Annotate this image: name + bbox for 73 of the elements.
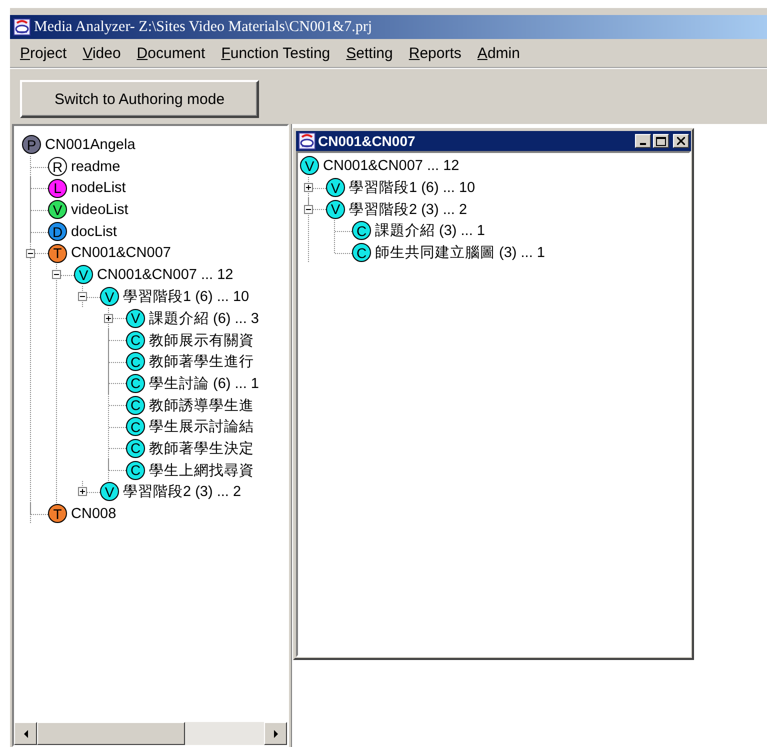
type-badge: V (326, 178, 345, 198)
tree-item[interactable]: CN008 (71, 506, 116, 522)
menu-item[interactable]: Admin (469, 44, 528, 62)
app-icon (13, 18, 31, 36)
switch-mode-button[interactable]: Switch to Authoring mode (20, 80, 259, 118)
close-button[interactable] (673, 134, 689, 148)
tree-item[interactable]: readme (71, 158, 120, 175)
maximize-button[interactable] (653, 134, 669, 148)
type-badge: C (126, 374, 145, 393)
type-badge: V (126, 308, 145, 328)
type-badge: C (126, 396, 145, 415)
type-badge: V (100, 482, 119, 502)
tree-item[interactable]: 教師著學生決定 (149, 438, 254, 458)
tree-item[interactable]: 學習階段1 (6) ... 10 (123, 287, 250, 306)
tree-item[interactable]: CN001&CN007 ... 12 (97, 266, 234, 283)
type-badge: V (48, 200, 67, 220)
tree-item[interactable]: 師生共同建立腦圖 (3) ... 1 (375, 243, 545, 262)
tree-item[interactable]: 學生討論 (6) ... 1 (149, 374, 259, 393)
collapse-icon[interactable] (78, 292, 87, 302)
type-badge: R (48, 157, 67, 176)
type-badge: C (126, 352, 145, 372)
tree-item[interactable]: CN001&CN007 (71, 245, 171, 262)
tree-item[interactable]: CN001Angela (45, 136, 136, 153)
type-badge: C (126, 460, 145, 480)
tree-item[interactable]: 教師著學生進行 (149, 352, 254, 372)
collapse-icon[interactable] (304, 204, 313, 214)
expand-icon[interactable] (304, 183, 313, 192)
tree-item[interactable]: 學習階段1 (6) ... 10 (349, 178, 476, 198)
scroll-right-icon[interactable] (264, 722, 287, 745)
type-badge: V (74, 265, 93, 284)
tree-item[interactable]: 課題介紹 (6) ... 3 (149, 308, 259, 328)
type-badge: C (352, 221, 371, 240)
menu-item[interactable]: Video (74, 44, 129, 62)
tree-item[interactable]: CN001&CN007 ... 12 (323, 158, 460, 174)
menu-item[interactable]: Function Testing (213, 44, 338, 62)
expand-icon[interactable] (104, 314, 113, 323)
tree-item[interactable]: 教師展示有關資 (149, 330, 254, 350)
collapse-icon[interactable] (52, 270, 61, 280)
tree-item[interactable]: nodeList (71, 180, 126, 196)
type-badge: V (300, 156, 319, 176)
type-badge: T (48, 504, 67, 524)
tree-item[interactable]: 課題介紹 (3) ... 1 (375, 221, 485, 240)
window-title: Media Analyzer- Z:\Sites Video Materials\CN001&7.prj (34, 18, 372, 36)
tree-item[interactable]: videoList (71, 202, 128, 218)
type-badge: L (48, 178, 67, 198)
tree-item[interactable]: 學習階段2 (3) ... 2 (349, 200, 468, 219)
tree-item[interactable]: 學生展示討論結 (149, 417, 254, 436)
tree-item[interactable]: 教師誘導學生進 (149, 396, 254, 415)
collapse-icon[interactable] (26, 248, 35, 258)
type-badge: C (126, 438, 145, 458)
menu-item[interactable]: Document (128, 44, 214, 62)
type-badge: C (126, 417, 145, 436)
type-badge: C (126, 330, 145, 350)
type-badge: D (48, 222, 67, 242)
type-badge: P (22, 135, 41, 154)
horizontal-scrollbar[interactable] (14, 722, 287, 745)
type-badge: V (326, 200, 345, 219)
type-badge: V (100, 287, 119, 306)
menu-item[interactable]: Setting (338, 44, 401, 62)
close-icon (677, 137, 685, 145)
tree-item[interactable]: docList (71, 224, 117, 240)
type-badge: T (48, 244, 67, 263)
maximize-icon (656, 136, 666, 146)
minimize-button[interactable] (635, 134, 651, 148)
menu-item[interactable]: Project (12, 44, 75, 62)
internal-window-title: CN001&CN007 (318, 133, 416, 149)
tree-item[interactable]: 學生上網找尋資 (149, 460, 254, 480)
expand-icon[interactable] (78, 487, 87, 496)
menu-item[interactable]: Reports (400, 44, 470, 62)
type-badge: C (352, 243, 371, 262)
tree-item[interactable]: 學習階段2 (3) ... 2 (123, 482, 242, 502)
scroll-left-icon[interactable] (14, 722, 37, 745)
scroll-thumb[interactable] (37, 722, 185, 745)
